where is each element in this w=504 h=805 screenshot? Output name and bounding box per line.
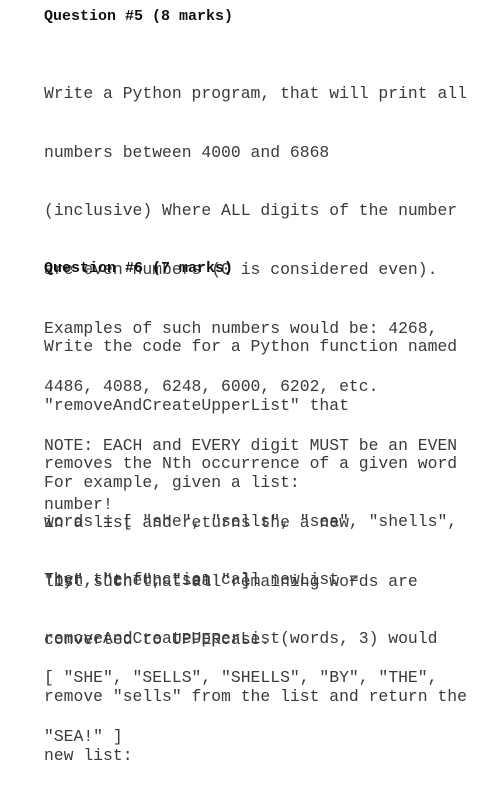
code-line: words = [ "she", "sells", "sea", "shells…	[44, 512, 458, 532]
question-5-line: numbers between 4000 and 6868	[44, 142, 330, 162]
question-5-heading: Question #5 (8 marks)	[44, 8, 234, 25]
question-5-line: (inclusive) Where ALL digits of the numb…	[44, 201, 458, 221]
code-line: "SEA!" ]	[44, 726, 123, 746]
question-6-line: Write the code for a Python function nam…	[44, 337, 458, 357]
result-list-code: [ "SHE", "SELLS", "SHELLS", "BY", "THE",…	[44, 629, 437, 785]
question-5-line: Write a Python program, that will print …	[44, 84, 467, 104]
explanation-line: Then the function call newList =	[44, 570, 359, 590]
code-line: [ "SHE", "SELLS", "SHELLS", "BY", "THE",	[44, 668, 438, 688]
question-6-line: "removeAndCreateUpperList" that	[44, 395, 349, 415]
question-6-heading: Question #6 (7 marks)	[44, 260, 234, 277]
